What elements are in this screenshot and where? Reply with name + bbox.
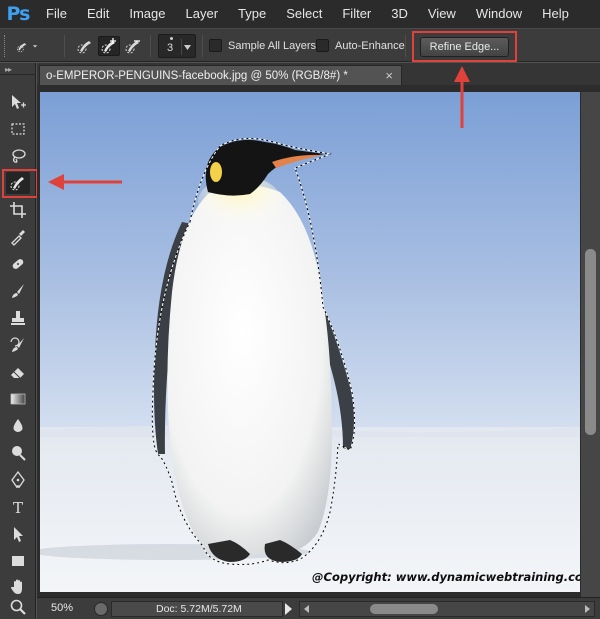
auto-enhance-option[interactable]: Auto-Enhance bbox=[316, 39, 405, 52]
refine-edge-highlight-box bbox=[412, 31, 517, 62]
options-separator bbox=[202, 35, 203, 57]
new-selection-button[interactable] bbox=[74, 36, 96, 56]
menu-file[interactable]: File bbox=[36, 0, 77, 28]
menu-select[interactable]: Select bbox=[276, 0, 332, 28]
auto-enhance-checkbox[interactable] bbox=[316, 39, 329, 52]
eraser-icon[interactable] bbox=[6, 361, 30, 383]
add-to-selection-icon bbox=[101, 38, 116, 54]
document-tab[interactable]: o-EMPEROR-PENGUINS-facebook.jpg @ 50% (R… bbox=[39, 65, 402, 85]
menu-bar: Ps File Edit Image Layer Type Select Fil… bbox=[0, 0, 600, 28]
menu-layer[interactable]: Layer bbox=[176, 0, 229, 28]
crop-icon[interactable] bbox=[6, 199, 30, 221]
eyedropper-icon[interactable] bbox=[6, 226, 30, 248]
auto-enhance-label: Auto-Enhance bbox=[335, 39, 405, 52]
move-icon[interactable] bbox=[6, 91, 30, 113]
document-profile-icon[interactable] bbox=[94, 602, 108, 616]
brush-tip-icon bbox=[170, 37, 173, 40]
menu-help[interactable]: Help bbox=[532, 0, 579, 28]
close-icon[interactable]: × bbox=[385, 68, 393, 83]
scroll-right-icon[interactable] bbox=[585, 605, 590, 613]
copyright-watermark: @Copyright: www.dynamicwebtraining.com.a… bbox=[312, 570, 580, 584]
menu-window[interactable]: Window bbox=[466, 0, 532, 28]
document-info: Doc: 5.72M/5.72M bbox=[111, 601, 283, 617]
menu-type[interactable]: Type bbox=[228, 0, 276, 28]
rectangle-icon[interactable] bbox=[6, 550, 30, 572]
menu-3d[interactable]: 3D bbox=[381, 0, 418, 28]
penguin-photo bbox=[40, 92, 580, 592]
sample-all-layers-checkbox[interactable] bbox=[209, 39, 222, 52]
zoom-icon[interactable] bbox=[6, 596, 30, 618]
blur-icon[interactable] bbox=[6, 415, 30, 437]
subtract-from-selection-icon bbox=[125, 40, 140, 54]
brush-icon[interactable] bbox=[6, 280, 30, 302]
brush-size-picker[interactable]: 3 bbox=[158, 34, 196, 58]
menu-image[interactable]: Image bbox=[119, 0, 175, 28]
pen-icon[interactable] bbox=[6, 469, 30, 491]
vertical-scroll-thumb[interactable] bbox=[585, 249, 596, 435]
vertical-scrollbar[interactable] bbox=[580, 92, 600, 597]
svg-text:T: T bbox=[13, 499, 23, 516]
menu-filter[interactable]: Filter bbox=[332, 0, 381, 28]
horizontal-scrollbar[interactable] bbox=[299, 601, 595, 617]
menu-view[interactable]: View bbox=[418, 0, 466, 28]
gradient-icon[interactable] bbox=[6, 388, 30, 410]
tools-panel: ▸▸ T bbox=[0, 63, 36, 619]
dodge-icon[interactable] bbox=[6, 442, 30, 464]
options-separator bbox=[405, 35, 406, 57]
tool-preset-picker[interactable] bbox=[16, 36, 38, 56]
scroll-left-icon[interactable] bbox=[304, 605, 309, 613]
marquee-icon[interactable] bbox=[6, 118, 30, 140]
path-selection-icon[interactable] bbox=[6, 523, 30, 545]
menu-edit[interactable]: Edit bbox=[77, 0, 119, 28]
sample-all-layers-label: Sample All Layers bbox=[228, 39, 317, 52]
sample-all-layers-option[interactable]: Sample All Layers bbox=[209, 39, 316, 52]
spot-healing-icon[interactable] bbox=[6, 253, 30, 275]
document-image[interactable]: @Copyright: www.dynamicwebtraining.com.a… bbox=[40, 92, 580, 592]
document-tab-title: o-EMPEROR-PENGUINS-facebook.jpg @ 50% (R… bbox=[46, 69, 348, 82]
history-brush-icon[interactable] bbox=[6, 334, 30, 356]
document-tab-bar: o-EMPEROR-PENGUINS-facebook.jpg @ 50% (R… bbox=[37, 63, 600, 85]
zoom-level[interactable]: 50% bbox=[51, 602, 73, 614]
quick-selection-preset-icon bbox=[17, 43, 38, 53]
document-canvas-area: @Copyright: www.dynamicwebtraining.com.a… bbox=[37, 85, 600, 597]
add-to-selection-button[interactable] bbox=[98, 36, 120, 56]
brush-size-value: 3 bbox=[167, 42, 174, 54]
collapse-panel-icon[interactable]: ▸▸ bbox=[5, 65, 12, 74]
new-selection-icon bbox=[77, 41, 91, 54]
lasso-icon[interactable] bbox=[6, 145, 30, 167]
photoshop-logo: Ps bbox=[6, 3, 31, 25]
status-menu-arrow-icon[interactable] bbox=[285, 603, 292, 615]
horizontal-scroll-thumb[interactable] bbox=[370, 604, 438, 614]
options-grip[interactable] bbox=[4, 35, 7, 57]
chevron-down-icon[interactable] bbox=[181, 39, 193, 55]
hand-icon[interactable] bbox=[6, 576, 30, 598]
options-separator bbox=[64, 35, 65, 57]
clone-stamp-icon[interactable] bbox=[6, 307, 30, 329]
status-bar: 50% Doc: 5.72M/5.72M bbox=[37, 597, 600, 619]
quick-selection-highlight-box bbox=[2, 169, 38, 198]
options-separator bbox=[150, 35, 151, 57]
subtract-from-selection-button[interactable] bbox=[122, 36, 144, 56]
type-icon[interactable]: T bbox=[6, 496, 30, 518]
